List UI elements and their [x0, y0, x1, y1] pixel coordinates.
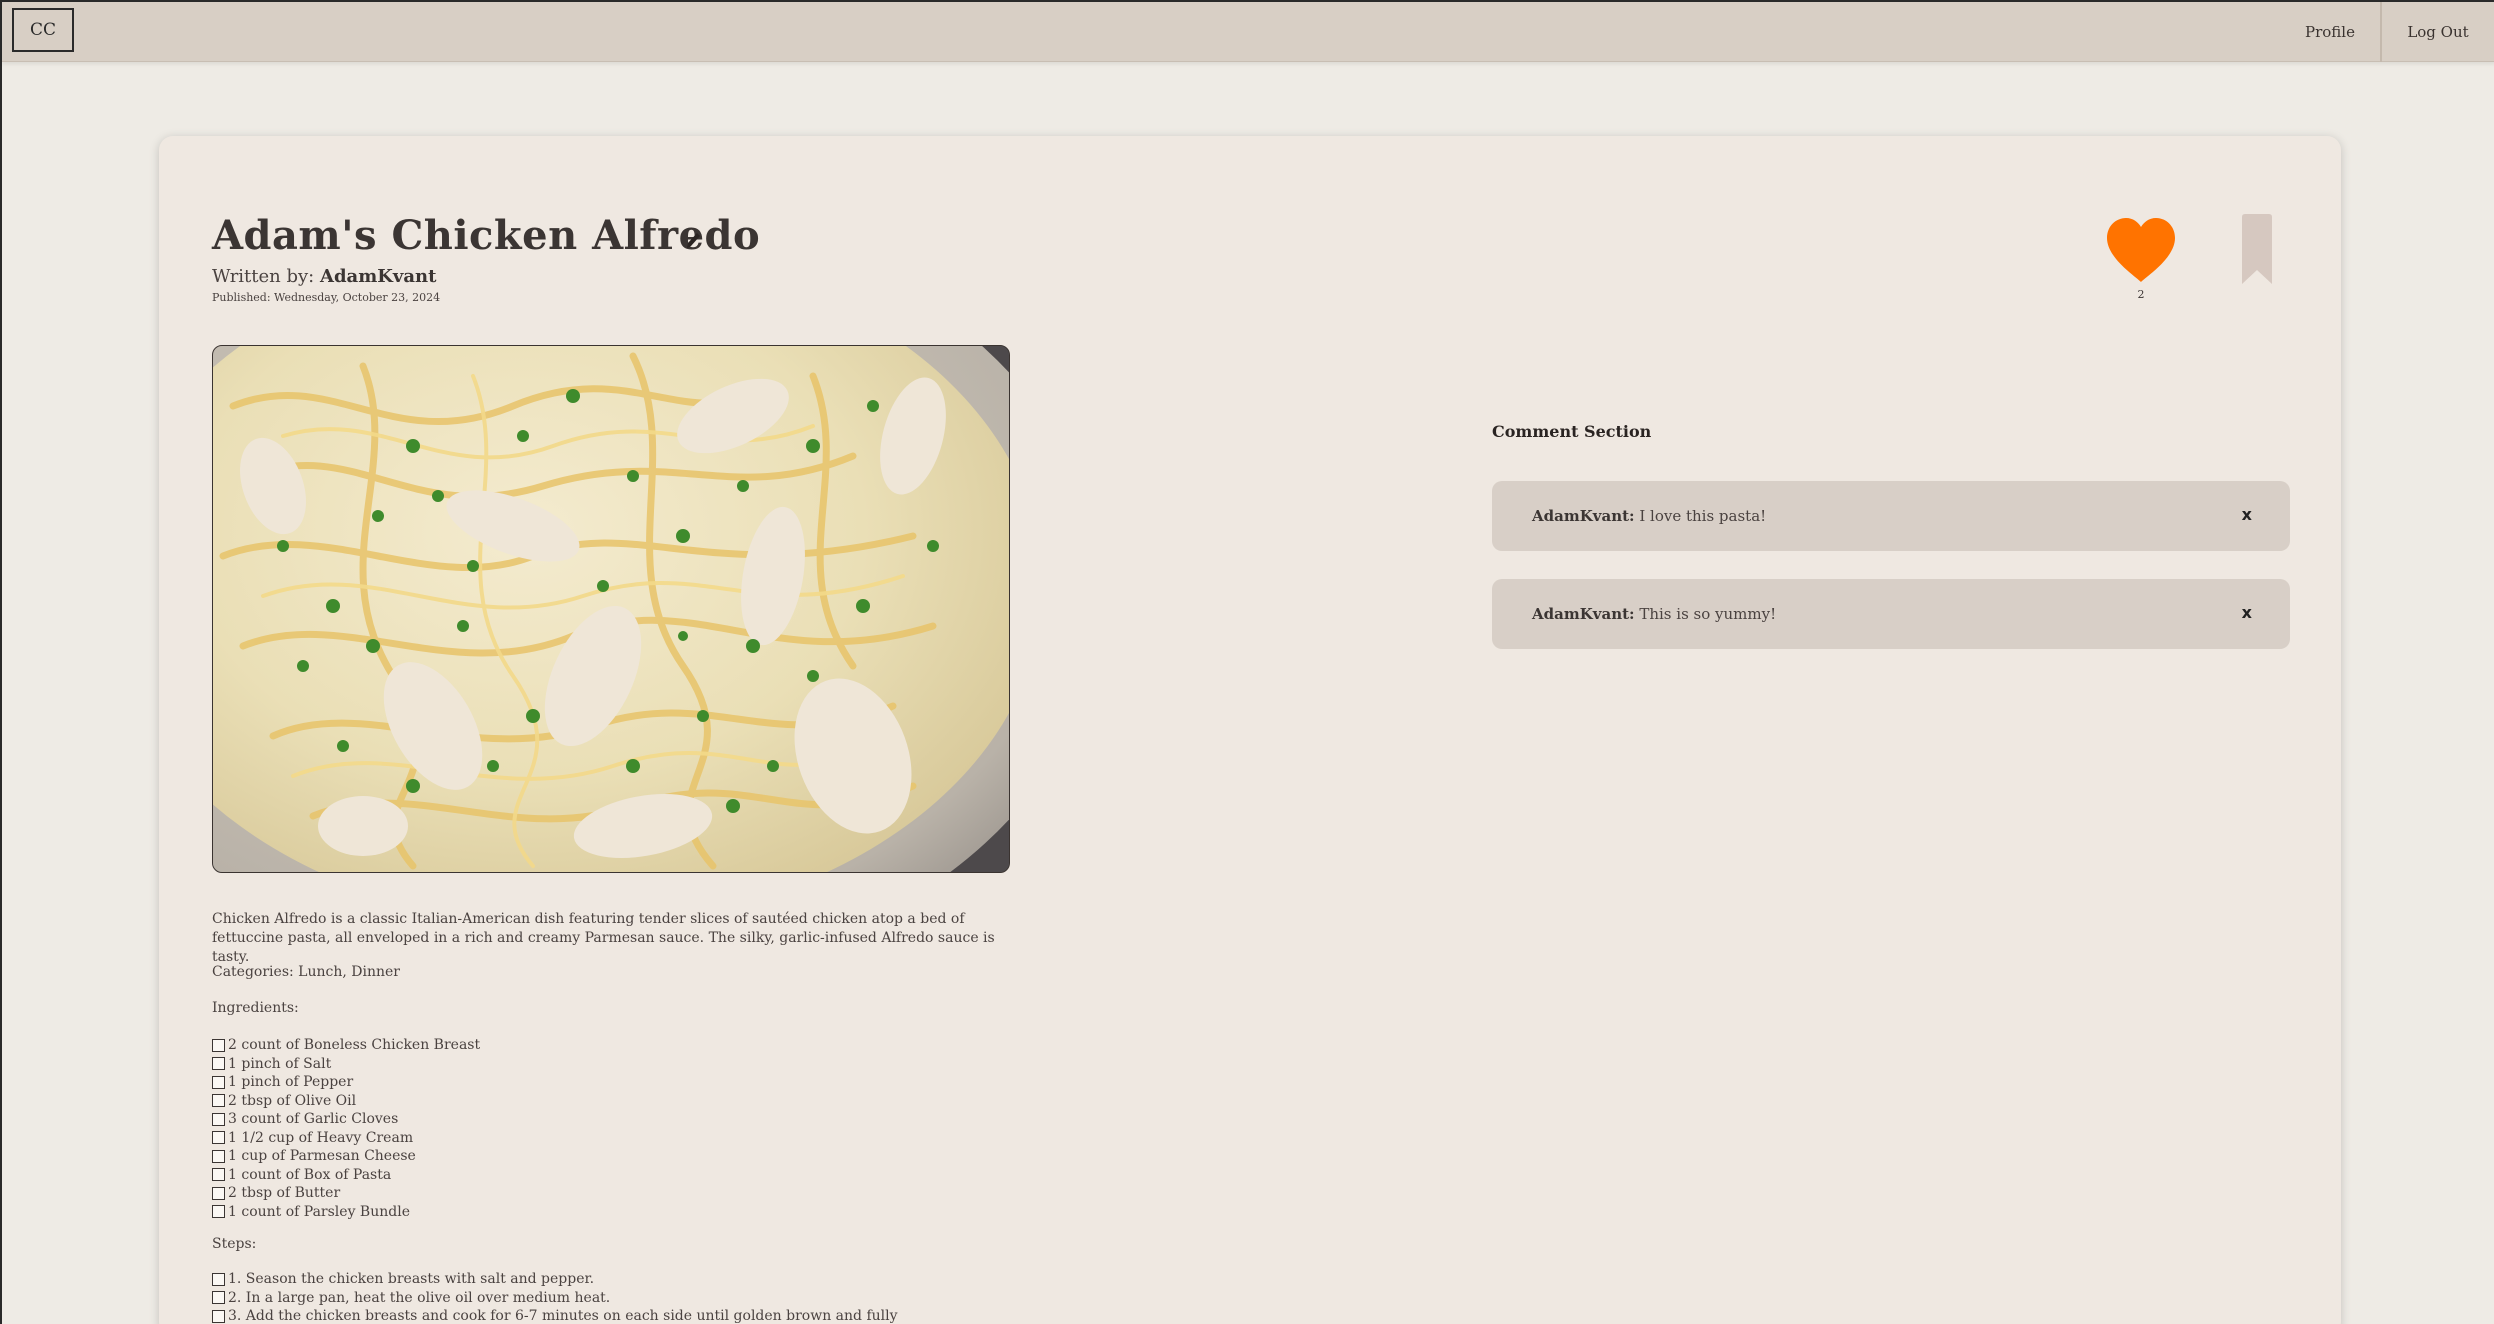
logout-link[interactable]: Log Out: [2388, 2, 2488, 62]
step-label: 1. Season the chicken breasts with salt …: [228, 1271, 595, 1288]
step-label: 3. Add the chicken breasts and cook for …: [228, 1308, 898, 1324]
recipe-categories: Categories: Lunch, Dinner: [212, 964, 400, 980]
ingredients-list: 2 count of Boneless Chicken Breast 1 pin…: [212, 1036, 480, 1221]
step-item: 1. Season the chicken breasts with salt …: [212, 1270, 898, 1289]
delete-comment-button[interactable]: x: [2242, 603, 2252, 622]
checkbox[interactable]: [212, 1075, 225, 1089]
comment-body: I love this pasta!: [1639, 507, 1767, 525]
ingredient-label: 1 cup of Parmesan Cheese: [228, 1148, 416, 1165]
ingredient-item: 2 tbsp of Butter: [212, 1184, 480, 1203]
comment-item: AdamKvant: This is so yummy! x: [1492, 579, 2290, 649]
comment-author: AdamKvant:: [1532, 605, 1635, 623]
ingredient-label: 1 count of Parsley Bundle: [228, 1203, 410, 1220]
ingredient-label: 1 1/2 cup of Heavy Cream: [228, 1129, 414, 1146]
bookmark-icon[interactable]: [2239, 214, 2275, 284]
logo-button[interactable]: CC: [12, 8, 74, 52]
ingredient-label: 2 tbsp of Butter: [228, 1185, 341, 1202]
ingredient-item: 2 count of Boneless Chicken Breast: [212, 1036, 480, 1055]
comment-text: AdamKvant: This is so yummy!: [1532, 605, 1776, 623]
top-nav: CC Profile Log Out: [2, 2, 2494, 62]
recipe-card: Adam's Chicken Alfredo Written by: AdamK…: [159, 136, 2341, 1324]
step-item: 3. Add the chicken breasts and cook for …: [212, 1307, 898, 1324]
recipe-description: Chicken Alfredo is a classic Italian-Ame…: [212, 911, 995, 965]
author-name: AdamKvant: [319, 266, 437, 287]
checkbox[interactable]: [212, 1186, 225, 1200]
ingredient-label: 1 pinch of Salt: [228, 1055, 332, 1072]
pencil-icon[interactable]: [683, 228, 703, 252]
checkbox[interactable]: [212, 1149, 225, 1163]
ingredient-label: 3 count of Garlic Cloves: [228, 1111, 399, 1128]
checkbox[interactable]: [212, 1168, 225, 1182]
checkbox[interactable]: [212, 1205, 225, 1219]
comment-body: This is so yummy!: [1639, 605, 1777, 623]
checkbox[interactable]: [212, 1272, 225, 1286]
ingredient-item: 3 count of Garlic Cloves: [212, 1110, 480, 1129]
comment-text: AdamKvant: I love this pasta!: [1532, 507, 1766, 525]
like-count: 2: [2137, 288, 2145, 301]
delete-comment-button[interactable]: x: [2242, 505, 2252, 524]
recipe-title: Adam's Chicken Alfredo: [212, 212, 761, 259]
checkbox[interactable]: [212, 1309, 225, 1323]
ingredient-item: 2 tbsp of Olive Oil: [212, 1092, 480, 1111]
ingredient-item: 1 pinch of Pepper: [212, 1073, 480, 1092]
nav-divider: [2380, 2, 2382, 62]
comment-item: AdamKvant: I love this pasta! x: [1492, 481, 2290, 551]
comment-author: AdamKvant:: [1532, 507, 1635, 525]
steps-heading: Steps:: [212, 1236, 257, 1252]
ingredient-label: 1 pinch of Pepper: [228, 1074, 354, 1091]
published-date: Published: Wednesday, October 23, 2024: [212, 291, 441, 304]
checkbox[interactable]: [212, 1291, 225, 1305]
steps-list: 1. Season the chicken breasts with salt …: [212, 1270, 898, 1324]
profile-link[interactable]: Profile: [2282, 2, 2378, 62]
comment-section-heading: Comment Section: [1492, 422, 1652, 441]
ingredient-label: 2 count of Boneless Chicken Breast: [228, 1037, 481, 1054]
ingredient-label: 2 tbsp of Olive Oil: [228, 1092, 357, 1109]
checkbox[interactable]: [212, 1038, 225, 1052]
checkbox[interactable]: [212, 1057, 225, 1071]
ingredients-heading: Ingredients:: [212, 1000, 299, 1016]
step-label: 2. In a large pan, heat the olive oil ov…: [228, 1289, 611, 1306]
ingredient-item: 1 count of Parsley Bundle: [212, 1203, 480, 1222]
written-by-label: Written by:: [212, 266, 315, 287]
ingredient-label: 1 count of Box of Pasta: [228, 1166, 392, 1183]
ingredient-item: 1 cup of Parmesan Cheese: [212, 1147, 480, 1166]
checkbox[interactable]: [212, 1094, 225, 1108]
heart-icon[interactable]: [2105, 216, 2177, 284]
ingredient-item: 1 pinch of Salt: [212, 1055, 480, 1074]
ingredient-item: 1 1/2 cup of Heavy Cream: [212, 1129, 480, 1148]
checkbox[interactable]: [212, 1131, 225, 1145]
step-item: 2. In a large pan, heat the olive oil ov…: [212, 1289, 898, 1308]
checkbox[interactable]: [212, 1112, 225, 1126]
recipe-photo: [212, 345, 1010, 873]
ingredient-item: 1 count of Box of Pasta: [212, 1166, 480, 1185]
author-byline: Written by: AdamKvant: [212, 266, 436, 287]
